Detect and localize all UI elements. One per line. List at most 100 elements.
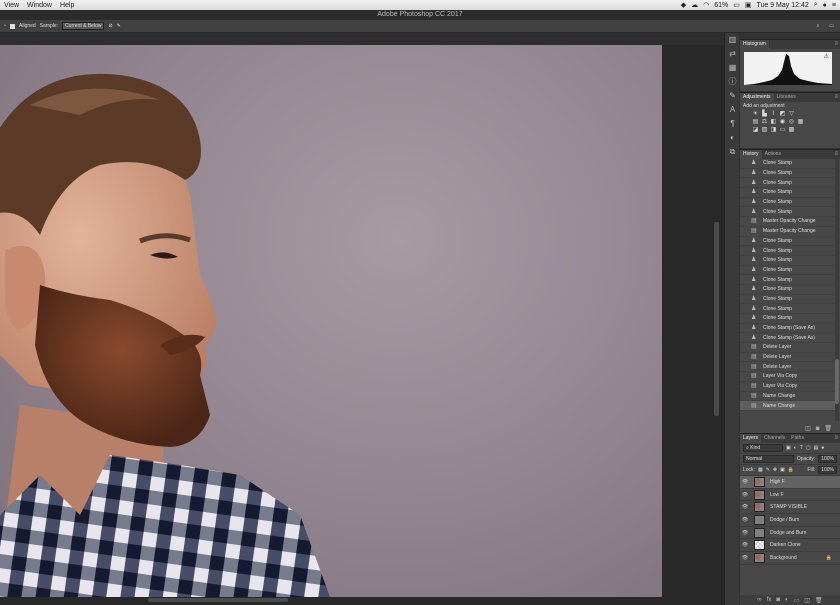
history-item[interactable]: ♟ Clone Stamp — [740, 295, 835, 305]
history-scrollbar[interactable] — [835, 159, 839, 421]
lock-pixels-icon[interactable]: ▦ — [758, 467, 763, 473]
visibility-eye-icon[interactable]: 👁 — [740, 542, 750, 548]
menu-view[interactable]: View — [0, 2, 23, 9]
fx-icon[interactable]: fx — [767, 597, 772, 603]
history-item[interactable]: ▤ Delete Layer — [740, 353, 835, 363]
adjust-panel-icon[interactable]: ⇄ — [725, 47, 740, 61]
history-item[interactable]: ▤ Master Opacity Change — [740, 227, 835, 237]
aligned-checkbox[interactable] — [10, 23, 16, 29]
gradient-map-icon[interactable]: ▭ — [779, 127, 786, 133]
visibility-eye-icon[interactable]: 👁 — [740, 504, 750, 510]
workspace-icon[interactable]: ▭ — [829, 23, 834, 29]
channel-mixer-icon[interactable]: ◎ — [788, 119, 795, 125]
filter-smart-icon[interactable]: ▤ — [814, 445, 819, 451]
horizontal-scrollbar[interactable] — [148, 598, 288, 602]
list-icon[interactable]: ≡ — [832, 2, 836, 9]
vibrance-icon[interactable]: ▽ — [788, 111, 795, 117]
tab-actions[interactable]: Actions — [762, 150, 784, 159]
wifi-icon[interactable]: ◠ — [703, 1, 709, 9]
opacity-input[interactable]: 100% — [818, 455, 837, 463]
mask-icon[interactable]: ◙ — [776, 597, 780, 603]
warning-icon[interactable]: ⚠ — [824, 53, 829, 60]
history-item[interactable]: ♟ Clone Stamp — [740, 266, 835, 276]
blend-mode-select[interactable]: Normal — [743, 455, 794, 463]
trash-icon[interactable]: 🗑 — [824, 425, 832, 432]
history-item[interactable]: ♟ Clone Stamp — [740, 256, 835, 266]
history-item[interactable]: ▤ Delete Layer — [740, 343, 835, 353]
tab-channels[interactable]: Channels — [761, 434, 788, 443]
history-item[interactable]: ♟ Clone Stamp — [740, 188, 835, 198]
search-icon[interactable]: ⌕ — [814, 1, 818, 9]
lock-paint-icon[interactable]: ✎ — [766, 467, 770, 473]
selective-color-icon[interactable]: ▩ — [788, 127, 795, 133]
tab-adjustments[interactable]: Adjustments — [740, 93, 774, 102]
battery-icon[interactable]: ▭ — [733, 1, 740, 9]
link-icon[interactable]: ∞ — [757, 597, 761, 603]
layer-row[interactable]: 👁 Dodge / Burn — [740, 514, 840, 527]
menu-window[interactable]: Window — [23, 2, 56, 9]
history-item[interactable]: ▤ Name Change — [740, 401, 835, 411]
history-item[interactable]: ▤ Layer Via Copy — [740, 382, 835, 392]
history-item[interactable]: ▤ Layer Via Copy — [740, 372, 835, 382]
lock-artboard-icon[interactable]: ▣ — [780, 467, 785, 473]
history-item[interactable]: ▤ Name Change — [740, 392, 835, 402]
kind-filter[interactable]: ⌕ Kind — [743, 444, 783, 452]
layer-name[interactable]: STAMP VISIBLE — [770, 504, 807, 510]
visibility-eye-icon[interactable]: 👁 — [740, 517, 750, 523]
filter-type-icon[interactable]: T — [800, 445, 803, 451]
new-layer-icon[interactable]: ◫ — [804, 597, 810, 604]
history-item[interactable]: ▤ Delete Layer — [740, 362, 835, 373]
panel-menu-icon[interactable]: ≡ — [834, 434, 838, 443]
cloud-icon[interactable]: ☁ — [691, 1, 698, 9]
threshold-icon[interactable]: ◨ — [770, 127, 777, 133]
layer-name[interactable]: High F — [770, 479, 785, 485]
clock[interactable]: Tue 9 May 12:42 — [756, 2, 808, 9]
layer-row[interactable]: 👁 Dodge and Burn — [740, 527, 840, 540]
layer-name[interactable]: Background — [770, 555, 797, 561]
clone-source-icon[interactable]: ⧉ — [725, 145, 740, 159]
visibility-eye-icon[interactable]: 👁 — [740, 555, 750, 561]
panel-menu-icon[interactable]: ≡ — [834, 150, 838, 159]
panel-menu-icon[interactable]: ≡ — [834, 93, 838, 102]
document-image[interactable] — [0, 45, 662, 597]
group-icon[interactable]: ▭ — [794, 597, 800, 604]
pressure-icon[interactable]: ◔ — [3, 23, 6, 29]
lock-all-icon[interactable]: 🔒 — [788, 467, 794, 473]
delete-layer-icon[interactable]: 🗑 — [815, 597, 823, 604]
tab-paths[interactable]: Paths — [788, 434, 807, 443]
filter-adjust-icon[interactable]: ◐ — [794, 445, 797, 451]
layer-name[interactable]: Low F — [770, 492, 784, 498]
history-item[interactable]: ♟ Clone Stamp — [740, 178, 835, 189]
brush-icon[interactable]: ✎ — [725, 89, 740, 103]
tab-layers[interactable]: Layers — [740, 434, 762, 443]
color-balance-icon[interactable]: ⚖ — [761, 119, 768, 125]
photo-filter-icon[interactable]: ◉ — [779, 119, 786, 125]
sample-select[interactable]: Current & Below — [62, 22, 105, 30]
layer-row[interactable]: 👁 Background 🔒 — [740, 552, 840, 565]
panel-menu-icon[interactable]: ≡ — [834, 40, 838, 49]
history-panel-icon[interactable]: ▦ — [725, 61, 740, 75]
history-item[interactable]: ♟ Clone Stamp (Save As) — [740, 333, 835, 344]
history-item[interactable]: ♟ Clone Stamp — [740, 246, 835, 256]
curves-icon[interactable]: ⌇ — [770, 111, 777, 117]
visibility-eye-icon[interactable]: 👁 — [740, 492, 750, 498]
hue-icon[interactable]: ▤ — [752, 119, 759, 125]
history-item[interactable]: ▤ Master Opacity Change — [740, 217, 835, 227]
history-item[interactable]: ♟ Clone Stamp — [740, 198, 835, 208]
history-item[interactable]: ♟ Clone Stamp — [740, 169, 835, 179]
layer-row[interactable]: 👁 Low F — [740, 489, 840, 502]
character-icon[interactable]: A — [725, 103, 740, 117]
invert-icon[interactable]: ◪ — [752, 127, 759, 133]
info-icon[interactable]: ⓘ — [725, 75, 740, 89]
snapshot-icon[interactable]: ◙ — [816, 426, 820, 432]
layer-name[interactable]: Dodge and Burn — [770, 530, 806, 536]
fill-input[interactable]: 100% — [818, 466, 837, 474]
exposure-icon[interactable]: ◩ — [779, 111, 786, 117]
history-item[interactable]: ♟ Clone Stamp — [740, 285, 835, 295]
layer-row[interactable]: 👁 High F — [740, 476, 840, 489]
layer-name[interactable]: Dodge / Burn — [770, 517, 799, 523]
history-item[interactable]: ♟ Clone Stamp (Save As) — [740, 324, 835, 334]
ignore-adjustments-icon[interactable]: ⊘ — [108, 23, 112, 29]
visibility-eye-icon[interactable]: 👁 — [740, 530, 750, 536]
vertical-scrollbar[interactable] — [714, 222, 719, 416]
